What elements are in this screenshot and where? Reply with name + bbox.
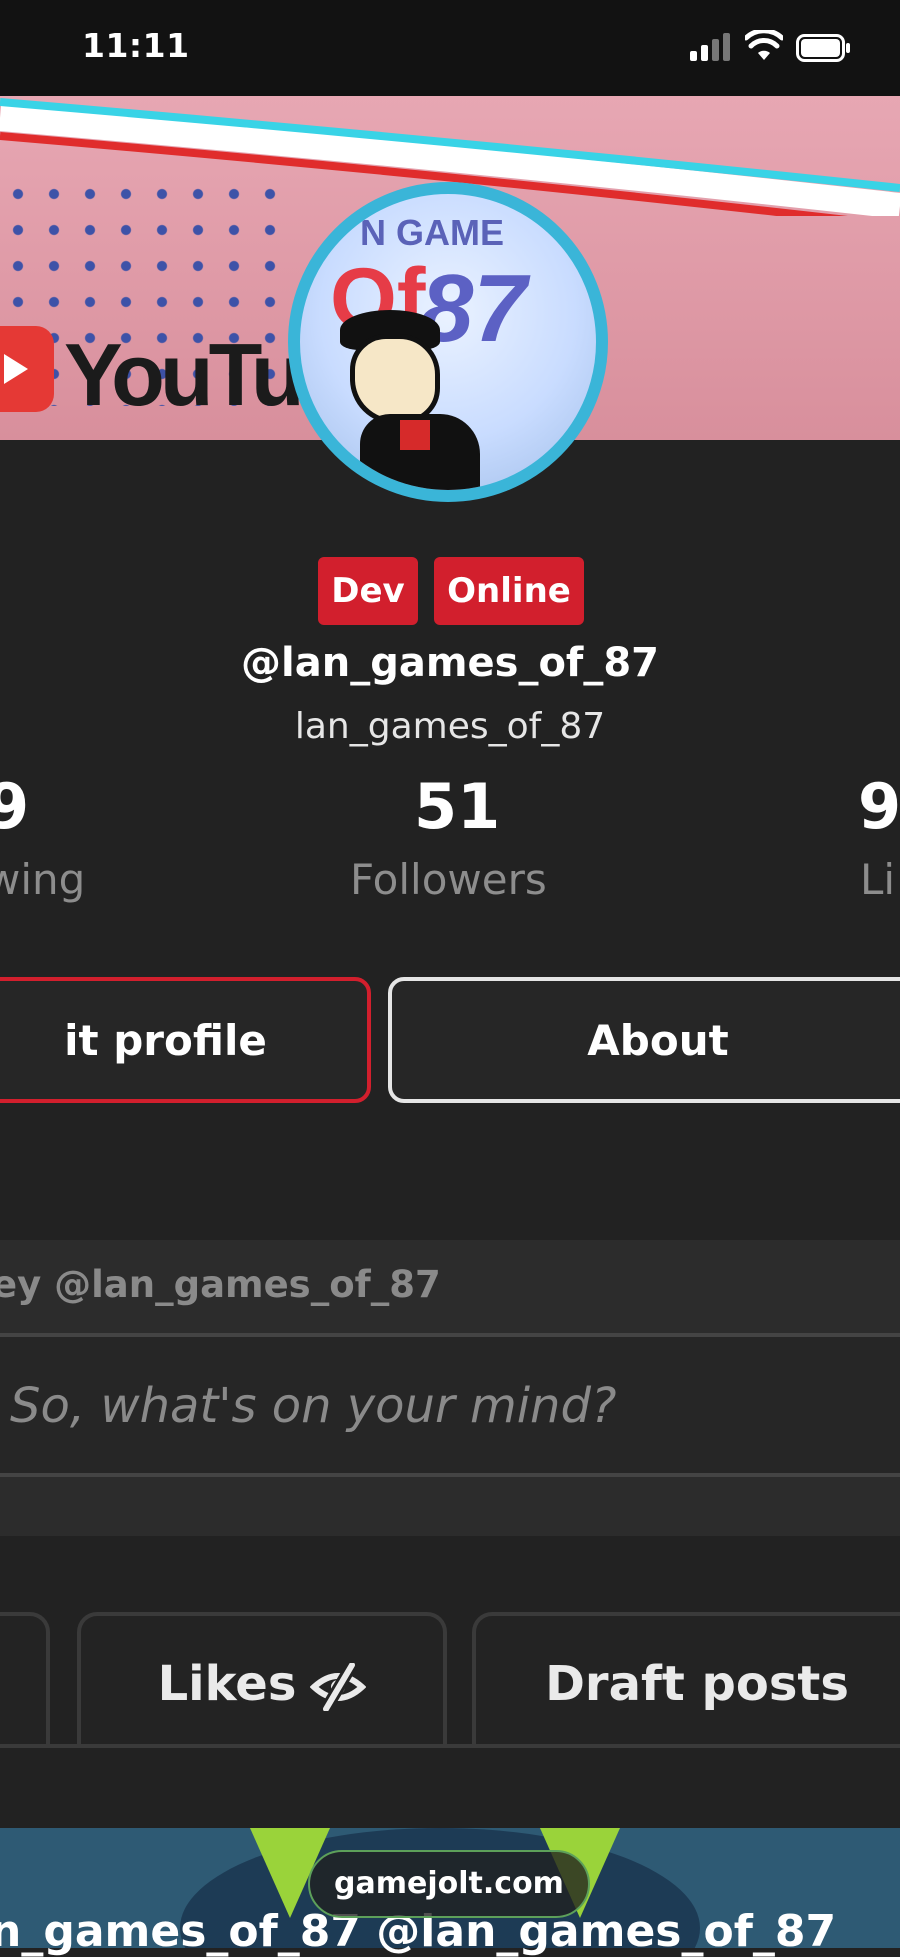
likes-label[interactable]: Li (860, 855, 895, 904)
tab-posts[interactable] (0, 1612, 50, 1748)
online-badge: Online (434, 557, 584, 625)
avatar[interactable]: N GAME Of 87 (288, 182, 608, 502)
youtube-icon (0, 326, 54, 412)
avatar-text-87: 87 (420, 255, 527, 362)
avatar-character-tie (400, 420, 430, 450)
wifi-icon (745, 30, 783, 60)
battery-icon (796, 34, 850, 62)
tab-likes-label: Likes (157, 1656, 297, 1712)
avatar-text-top: N GAME (360, 212, 504, 253)
eye-off-icon (310, 1663, 367, 1711)
about-button[interactable]: About (388, 977, 900, 1103)
followers-count[interactable]: 51 (414, 770, 500, 843)
tabs-divider (0, 1744, 900, 1748)
tab-draft-posts[interactable]: Draft posts (472, 1612, 900, 1748)
status-time: 11:11 (82, 26, 190, 65)
followers-label[interactable]: Followers (350, 855, 547, 904)
signal-icon (690, 33, 730, 61)
likes-count[interactable]: 92 (858, 770, 900, 843)
edit-profile-button[interactable]: it profile (0, 977, 371, 1103)
profile-handle: @lan_games_of_87 (241, 640, 659, 686)
composer-divider (0, 1473, 900, 1477)
following-count[interactable]: 9 (0, 770, 29, 843)
following-label[interactable]: wing (0, 855, 85, 904)
avatar-character-head (350, 334, 440, 424)
tab-likes[interactable]: Likes (77, 1612, 447, 1748)
browser-domain-pill[interactable]: gamejolt.com (308, 1850, 590, 1918)
dev-badge: Dev (318, 557, 418, 625)
profile-username: lan_games_of_87 (294, 706, 606, 747)
composer-greeting: ey @lan_games_of_87 (0, 1263, 441, 1306)
composer-placeholder[interactable]: So, what's on your mind? (10, 1378, 616, 1434)
